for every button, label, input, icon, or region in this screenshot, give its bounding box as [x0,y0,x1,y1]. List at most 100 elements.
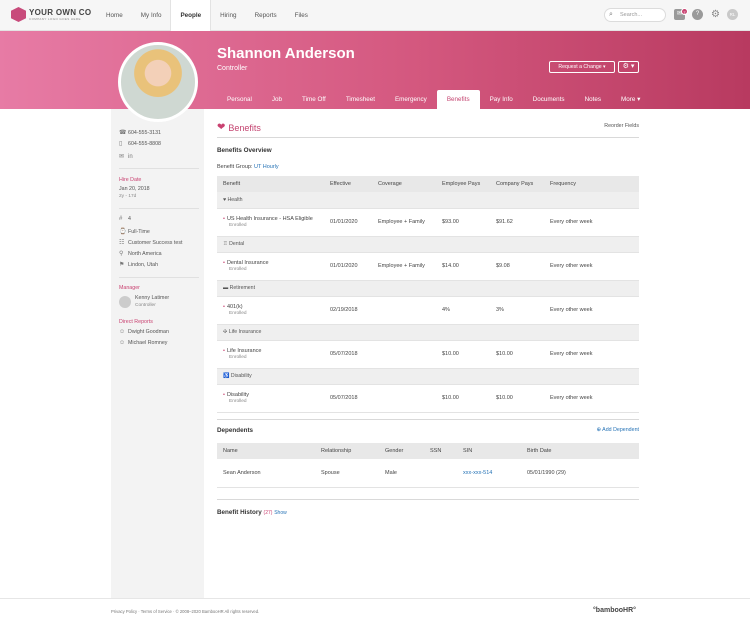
heart-icon: ❤ [217,122,226,133]
benefits-overview-heading: Benefits Overview [217,147,272,154]
add-dependent-button[interactable]: ⊕ Add Dependent [597,427,639,433]
table-row[interactable]: • Life Insurance Enrolled 05/07/2018 $10.00 $… [217,340,639,369]
benefit-effective: 01/01/2020 [324,252,372,281]
nav-people[interactable]: People [170,0,212,31]
table-row[interactable]: • 401(k) Enrolled 02/19/2018 4% 3% Every other… [217,296,639,325]
table-header-row: Name Relationship Gender SSN SIN Birth D… [217,443,639,459]
phone-icon: ☎ [119,130,127,136]
col-sin: SIN [457,443,521,459]
tab-time-off[interactable]: Time Off [292,90,336,109]
manager-heading: Manager [119,285,140,291]
help-icon[interactable]: ? [692,9,703,20]
benefit-group-row: ♿ Disability [217,368,639,385]
benefit-group-icon: ✣ [223,329,228,335]
footer-links[interactable]: Privacy Policy · Terms of Service · © 20… [111,609,259,614]
benefit-coverage [372,340,436,369]
nav-my-info[interactable]: My Info [132,0,171,31]
employee-number: #4 [119,216,131,222]
linkedin-icon[interactable]: in [128,154,134,160]
user-avatar[interactable]: RL [727,9,738,20]
plus-circle-icon: ⊕ [596,427,601,433]
nav-files[interactable]: Files [286,0,317,31]
company-logo[interactable]: YOUR OWN CO COMPANY LOGO GOES HERE [11,7,91,22]
show-history-link[interactable]: Show [274,510,287,516]
dependent-birth-date: 05/01/1990 (29) [521,459,639,488]
division-icon: ⚲ [119,251,124,257]
col-relationship: Relationship [315,443,379,459]
reorder-fields-link[interactable]: Reorder Fields [604,123,639,129]
enrolled-dot-icon: • [223,216,225,222]
email-icon[interactable]: ✉ [119,153,125,160]
benefit-group-name: Health [227,196,243,203]
mobile-icon: ▯ [119,141,123,147]
table-row[interactable]: • Disability Enrolled 05/07/2018 $10.00 $10.0… [217,384,639,413]
section-divider [217,137,639,138]
request-change-button[interactable]: Request a Change ▾ [549,61,615,73]
benefit-name: Life Insurance [226,348,262,354]
table-row[interactable]: Sean Anderson Spouse Male xxx-xxx-514 05… [217,459,639,488]
settings-gear-icon[interactable]: ⚙ [710,9,721,20]
enrolled-dot-icon: • [223,392,225,398]
benefit-group-name: Retirement [229,285,256,291]
benefit-group-icon: ♿ [223,373,230,379]
benefit-frequency: Every other week [544,208,639,237]
employee-name: Shannon Anderson [217,45,355,62]
logo-name: YOUR OWN CO [29,7,92,17]
footer: Privacy Policy · Terms of Service · © 20… [0,598,750,628]
benefit-status: Enrolled [229,311,247,316]
table-row[interactable]: • Dental Insurance Enrolled 01/01/2020 Emplo… [217,252,639,281]
col-effective: Effective [324,176,372,192]
enrolled-dot-icon: • [223,304,225,310]
benefit-frequency: Every other week [544,340,639,369]
division: ⚲ North America [119,250,162,258]
benefit-status: Enrolled [229,223,247,228]
manager-avatar [119,296,131,308]
benefit-effective: 02/19/2018 [324,296,372,325]
section-divider [217,419,639,420]
benefit-name: Dental Insurance [226,260,269,266]
benefit-name: Disability [226,392,249,398]
nav-reports[interactable]: Reports [246,0,286,31]
tab-pay-info[interactable]: Pay Info [480,90,523,109]
direct-report-2[interactable]: ☺ Michael Romney [119,340,167,346]
enrolled-dot-icon: • [223,348,225,354]
tab-emergency[interactable]: Emergency [385,90,437,109]
sidebar-divider [119,208,199,209]
benefit-coverage [372,384,436,413]
dependent-sin[interactable]: xxx-xxx-514 [457,459,521,488]
sidebar-divider [119,277,199,278]
direct-report-1[interactable]: ☺ Dwight Goodman [119,329,169,335]
dependents-heading: Dependents [217,427,254,434]
employment-type: ⌚ Full-Time [119,228,150,236]
tenure: 2y - 17d [119,194,137,199]
search-input[interactable]: ⌕ Search... [604,8,666,22]
tab-job[interactable]: Job [262,90,292,109]
tab-timesheet[interactable]: Timesheet [336,90,385,109]
nav-hiring[interactable]: Hiring [211,0,245,31]
profile-sidebar: ☎ 604-555-3131 ▯ 604-555-8808 ✉ in Hire Dat… [111,109,204,598]
contact-links: ✉ in [119,153,137,161]
nav-home[interactable]: Home [97,0,132,31]
main-nav: Home My Info People Hiring Reports Files [97,0,317,31]
sidebar-divider [119,168,199,169]
benefit-group-row: ♥ Health [217,192,639,209]
benefit-coverage [372,296,436,325]
tab-notes[interactable]: Notes [575,90,611,109]
benefit-group-link[interactable]: UT Hourly [254,164,279,170]
tab-documents[interactable]: Documents [523,90,575,109]
benefit-group-name: Life Insurance [228,329,262,335]
profile-gear-button[interactable]: ⚙ ▾ [618,61,639,73]
manager-card[interactable]: Kenny Latimer Controller [119,295,169,309]
top-navigation: YOUR OWN CO COMPANY LOGO GOES HERE Home … [0,0,750,31]
benefit-frequency: Every other week [544,252,639,281]
tab-benefits[interactable]: Benefits [436,90,480,109]
table-row[interactable]: • US Health Insurance - HSA Eligible Enrol… [217,208,639,237]
benefit-employee-pays: 4% [436,296,490,325]
tab-more[interactable]: More ▾ [611,90,650,109]
benefit-effective: 05/07/2018 [324,340,372,369]
person-icon: ☺ [119,340,126,346]
benefit-frequency: Every other week [544,296,639,325]
tab-personal[interactable]: Personal [217,90,262,109]
logo-tagline: COMPANY LOGO GOES HERE [29,16,81,21]
hire-date-heading: Hire Date [119,177,142,183]
